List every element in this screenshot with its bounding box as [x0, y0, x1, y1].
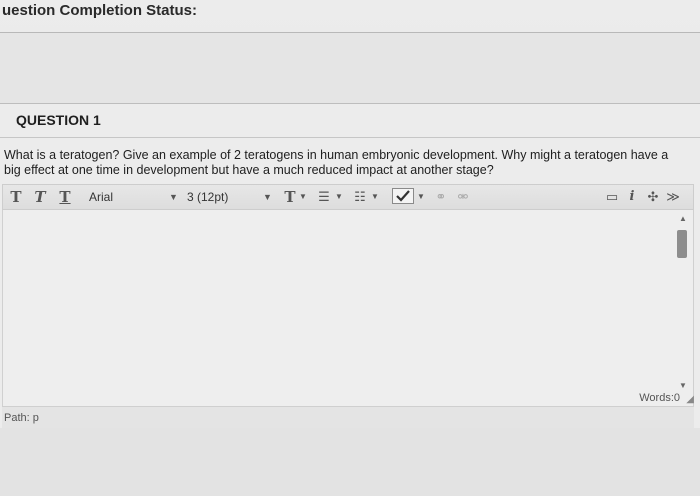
resize-handle-icon[interactable]: ◢	[686, 394, 694, 405]
answer-editor[interactable]: ▲ ▼	[2, 210, 694, 406]
editor-content[interactable]	[9, 216, 669, 386]
divider	[0, 137, 700, 138]
collapse-icon[interactable]: ≫	[665, 188, 681, 206]
editor-toolbar: T T T Arial ▼ 3 (12pt) ▼ T ▼ ☰ ▼ ☷ ▼ ▼ ⚭…	[2, 184, 694, 210]
font-family-value: Arial	[89, 190, 114, 204]
question-title: QUESTION 1	[16, 112, 101, 128]
font-size-select[interactable]: 3 (12pt) ▼	[187, 188, 273, 206]
path-bar: Path: p	[2, 406, 694, 429]
scroll-up-icon[interactable]: ▲	[679, 214, 687, 223]
chevron-down-icon: ▼	[169, 192, 178, 202]
font-size-value: 3 (12pt)	[187, 190, 229, 204]
bold-button[interactable]: T	[9, 188, 23, 206]
numbered-list-icon[interactable]: ☷	[351, 188, 369, 206]
font-family-select[interactable]: Arial ▼	[89, 188, 178, 206]
underline-button[interactable]: T	[58, 188, 72, 206]
chevron-down-icon[interactable]: ▼	[417, 188, 425, 206]
chevron-down-icon: ▼	[263, 192, 272, 202]
question-panel: QUESTION 1 What is a teratogen? Give an …	[0, 104, 700, 496]
chevron-down-icon[interactable]: ▼	[371, 188, 379, 206]
editor-scrollbar[interactable]: ▲ ▼	[677, 214, 689, 390]
completion-status-bar: uestion Completion Status:	[0, 0, 700, 33]
text-color-icon: T	[284, 188, 296, 206]
bullet-list-icon[interactable]: ☰	[315, 188, 333, 206]
lower-band	[0, 428, 700, 496]
link-icon[interactable]: ⚭	[433, 188, 449, 206]
spellcheck-icon[interactable]	[391, 188, 415, 206]
scroll-thumb[interactable]	[677, 230, 687, 258]
scroll-down-icon[interactable]: ▼	[679, 381, 687, 390]
unlink-icon[interactable]: ⚮	[455, 188, 471, 206]
spellcheck-icon-graphic	[392, 188, 414, 204]
spacer-band	[0, 33, 700, 104]
fullscreen-icon[interactable]: ✣	[645, 188, 661, 206]
info-icon[interactable]: i	[625, 188, 639, 206]
word-count: Words:0	[639, 392, 680, 404]
chevron-down-icon[interactable]: ▼	[299, 188, 307, 206]
chevron-down-icon[interactable]: ▼	[335, 188, 343, 206]
italic-button[interactable]: T	[33, 188, 47, 206]
page: uestion Completion Status: QUESTION 1 Wh…	[0, 0, 700, 496]
question-prompt: What is a teratogen? Give an example of …	[4, 148, 669, 177]
text-color-button[interactable]: T	[283, 188, 297, 206]
path-text: Path: p	[4, 412, 39, 424]
preview-icon[interactable]: ▭	[603, 188, 621, 206]
completion-status-title: uestion Completion Status:	[2, 2, 197, 19]
